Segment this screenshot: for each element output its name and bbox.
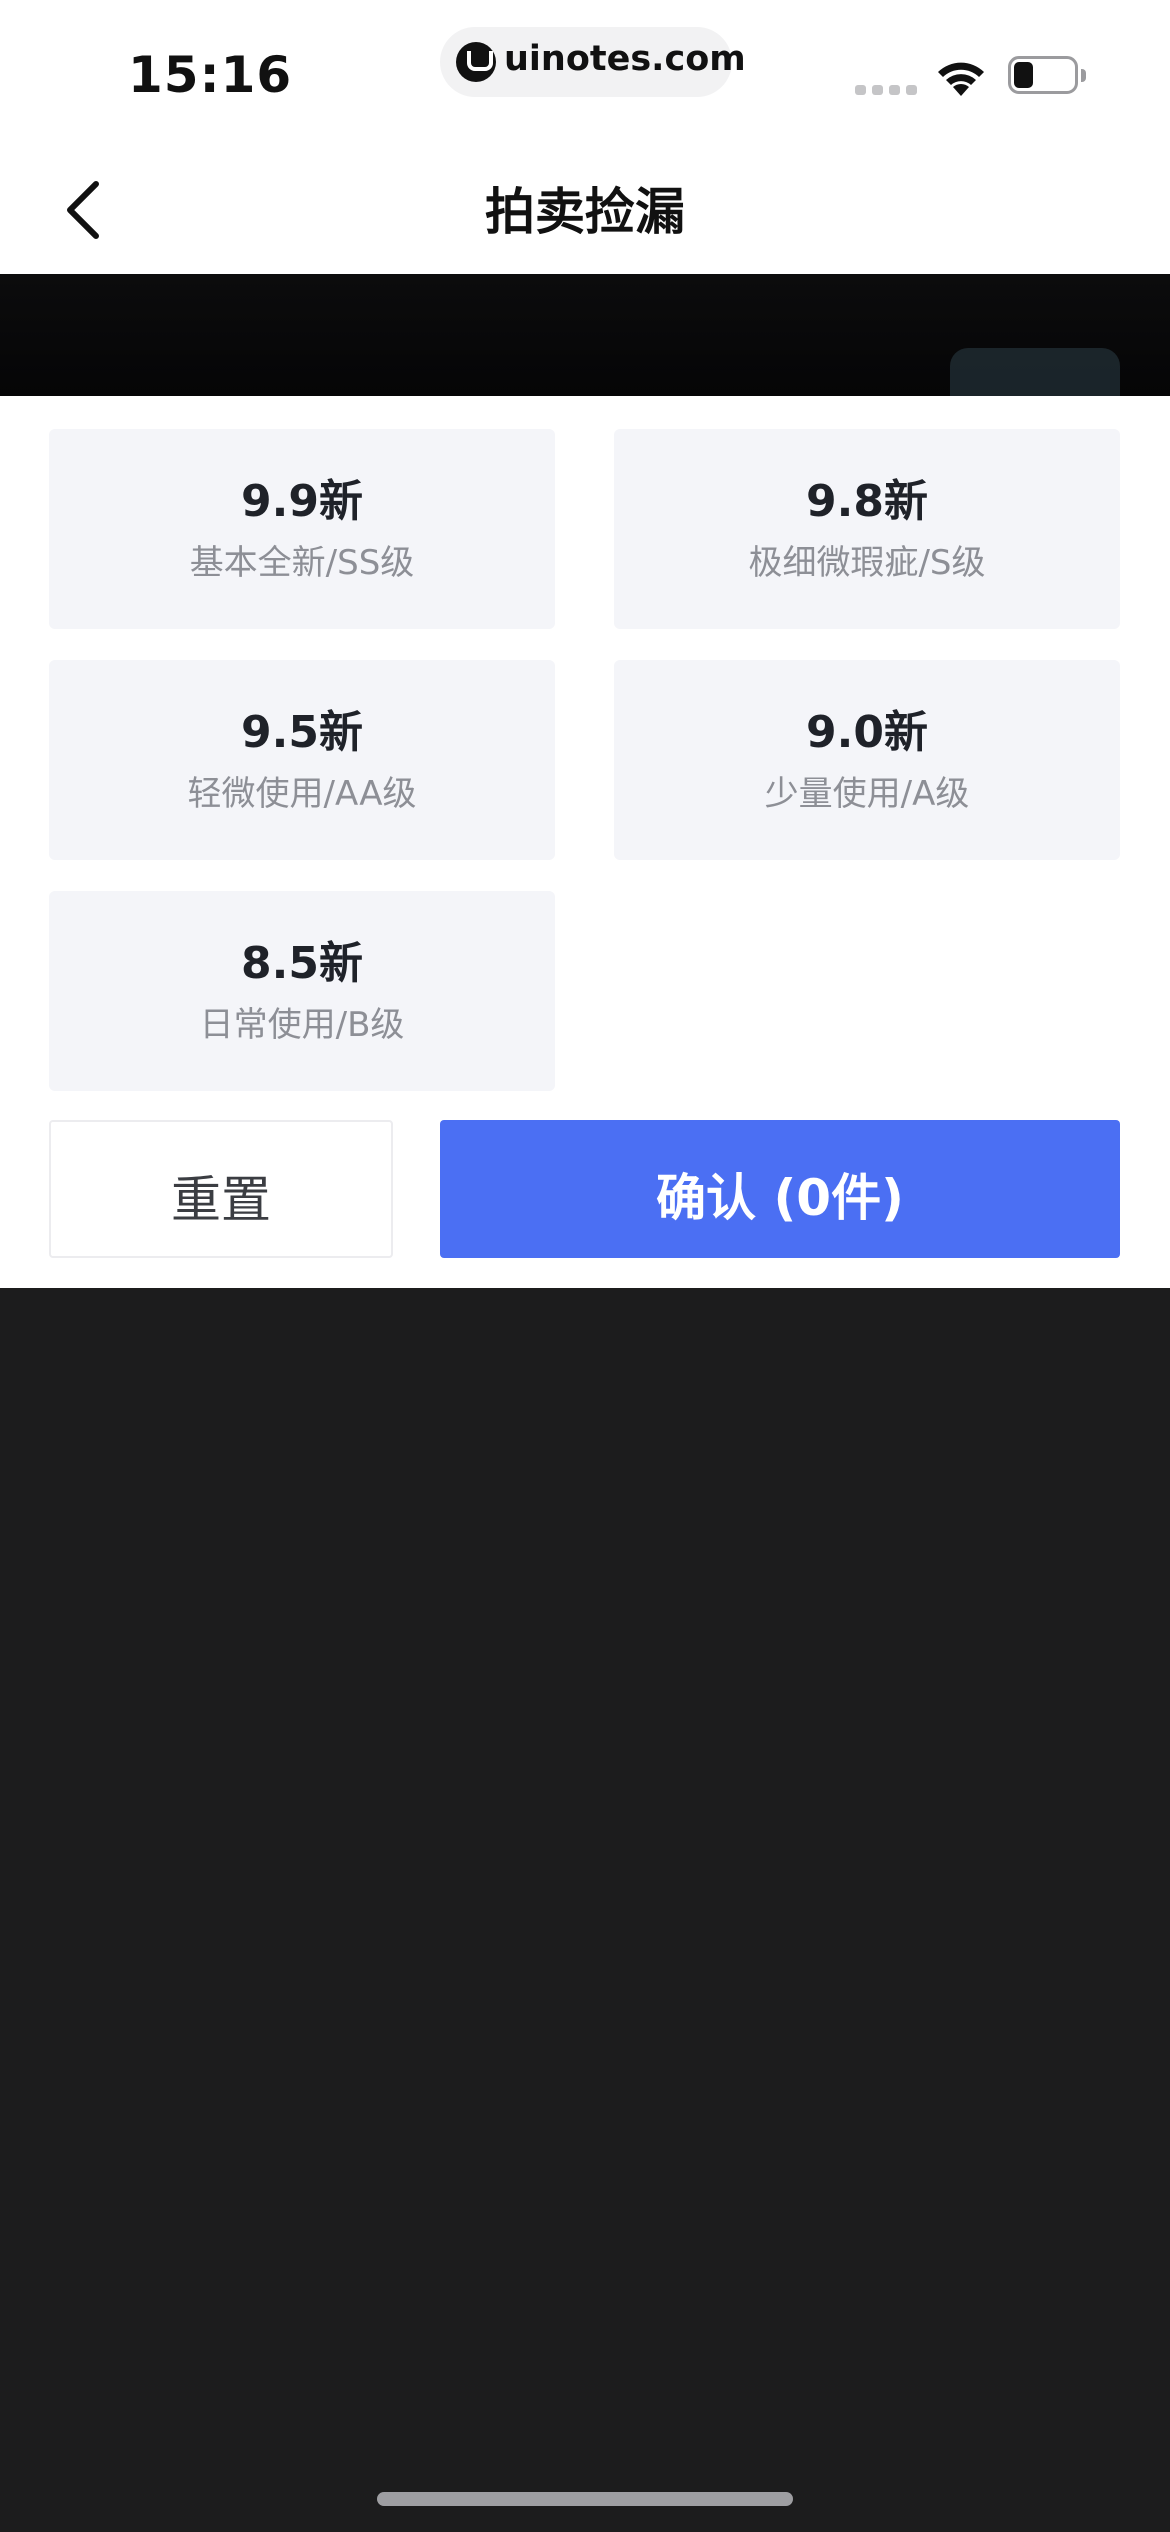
condition-desc: 轻微使用/AA级 [187,774,417,814]
reset-button-label: 重置 [171,1171,271,1229]
dim-overlay[interactable] [0,1288,1170,2532]
page-title: 拍卖捡漏 [485,183,685,241]
cellular-signal-icon [855,85,917,95]
banner-image [0,274,1170,396]
url-pill[interactable]: uinotes.com [440,27,746,97]
condition-desc: 日常使用/B级 [199,1005,405,1045]
condition-option-9-9[interactable]: 9.9新 基本全新/SS级 [49,429,555,629]
chevron-left-icon [67,181,99,239]
condition-grade: 9.0新 [806,707,928,758]
status-time: 15:16 [128,46,293,104]
site-logo-icon [456,42,496,82]
url-text: uinotes.com [504,39,746,79]
wifi-icon [938,62,984,96]
reset-button[interactable]: 重置 [49,1120,393,1258]
condition-option-8-5[interactable]: 8.5新 日常使用/B级 [49,891,555,1091]
condition-grade: 9.9新 [241,476,363,527]
condition-option-9-8[interactable]: 9.8新 极细微瑕疵/S级 [614,429,1120,629]
condition-desc: 基本全新/SS级 [189,543,415,583]
confirm-button[interactable]: 确认 (0件) [440,1120,1120,1258]
condition-filter-panel: 9.9新 基本全新/SS级 9.8新 极细微瑕疵/S级 9.5新 轻微使用/AA… [0,396,1170,1288]
nav-bar: 拍卖捡漏 [0,140,1170,274]
back-button[interactable] [48,170,128,250]
banner-product-image [950,348,1120,396]
condition-desc: 少量使用/A级 [764,774,970,814]
condition-option-9-0[interactable]: 9.0新 少量使用/A级 [614,660,1120,860]
condition-option-9-5[interactable]: 9.5新 轻微使用/AA级 [49,660,555,860]
confirm-button-label: 确认 (0件) [656,1169,904,1227]
home-indicator[interactable] [377,2492,793,2506]
condition-grade: 9.8新 [806,476,928,527]
condition-grade: 9.5新 [241,707,363,758]
battery-icon [1008,56,1088,96]
status-bar: 15:16 uinotes.com [0,0,1170,140]
condition-grade: 8.5新 [241,938,363,989]
condition-desc: 极细微瑕疵/S级 [748,543,986,583]
